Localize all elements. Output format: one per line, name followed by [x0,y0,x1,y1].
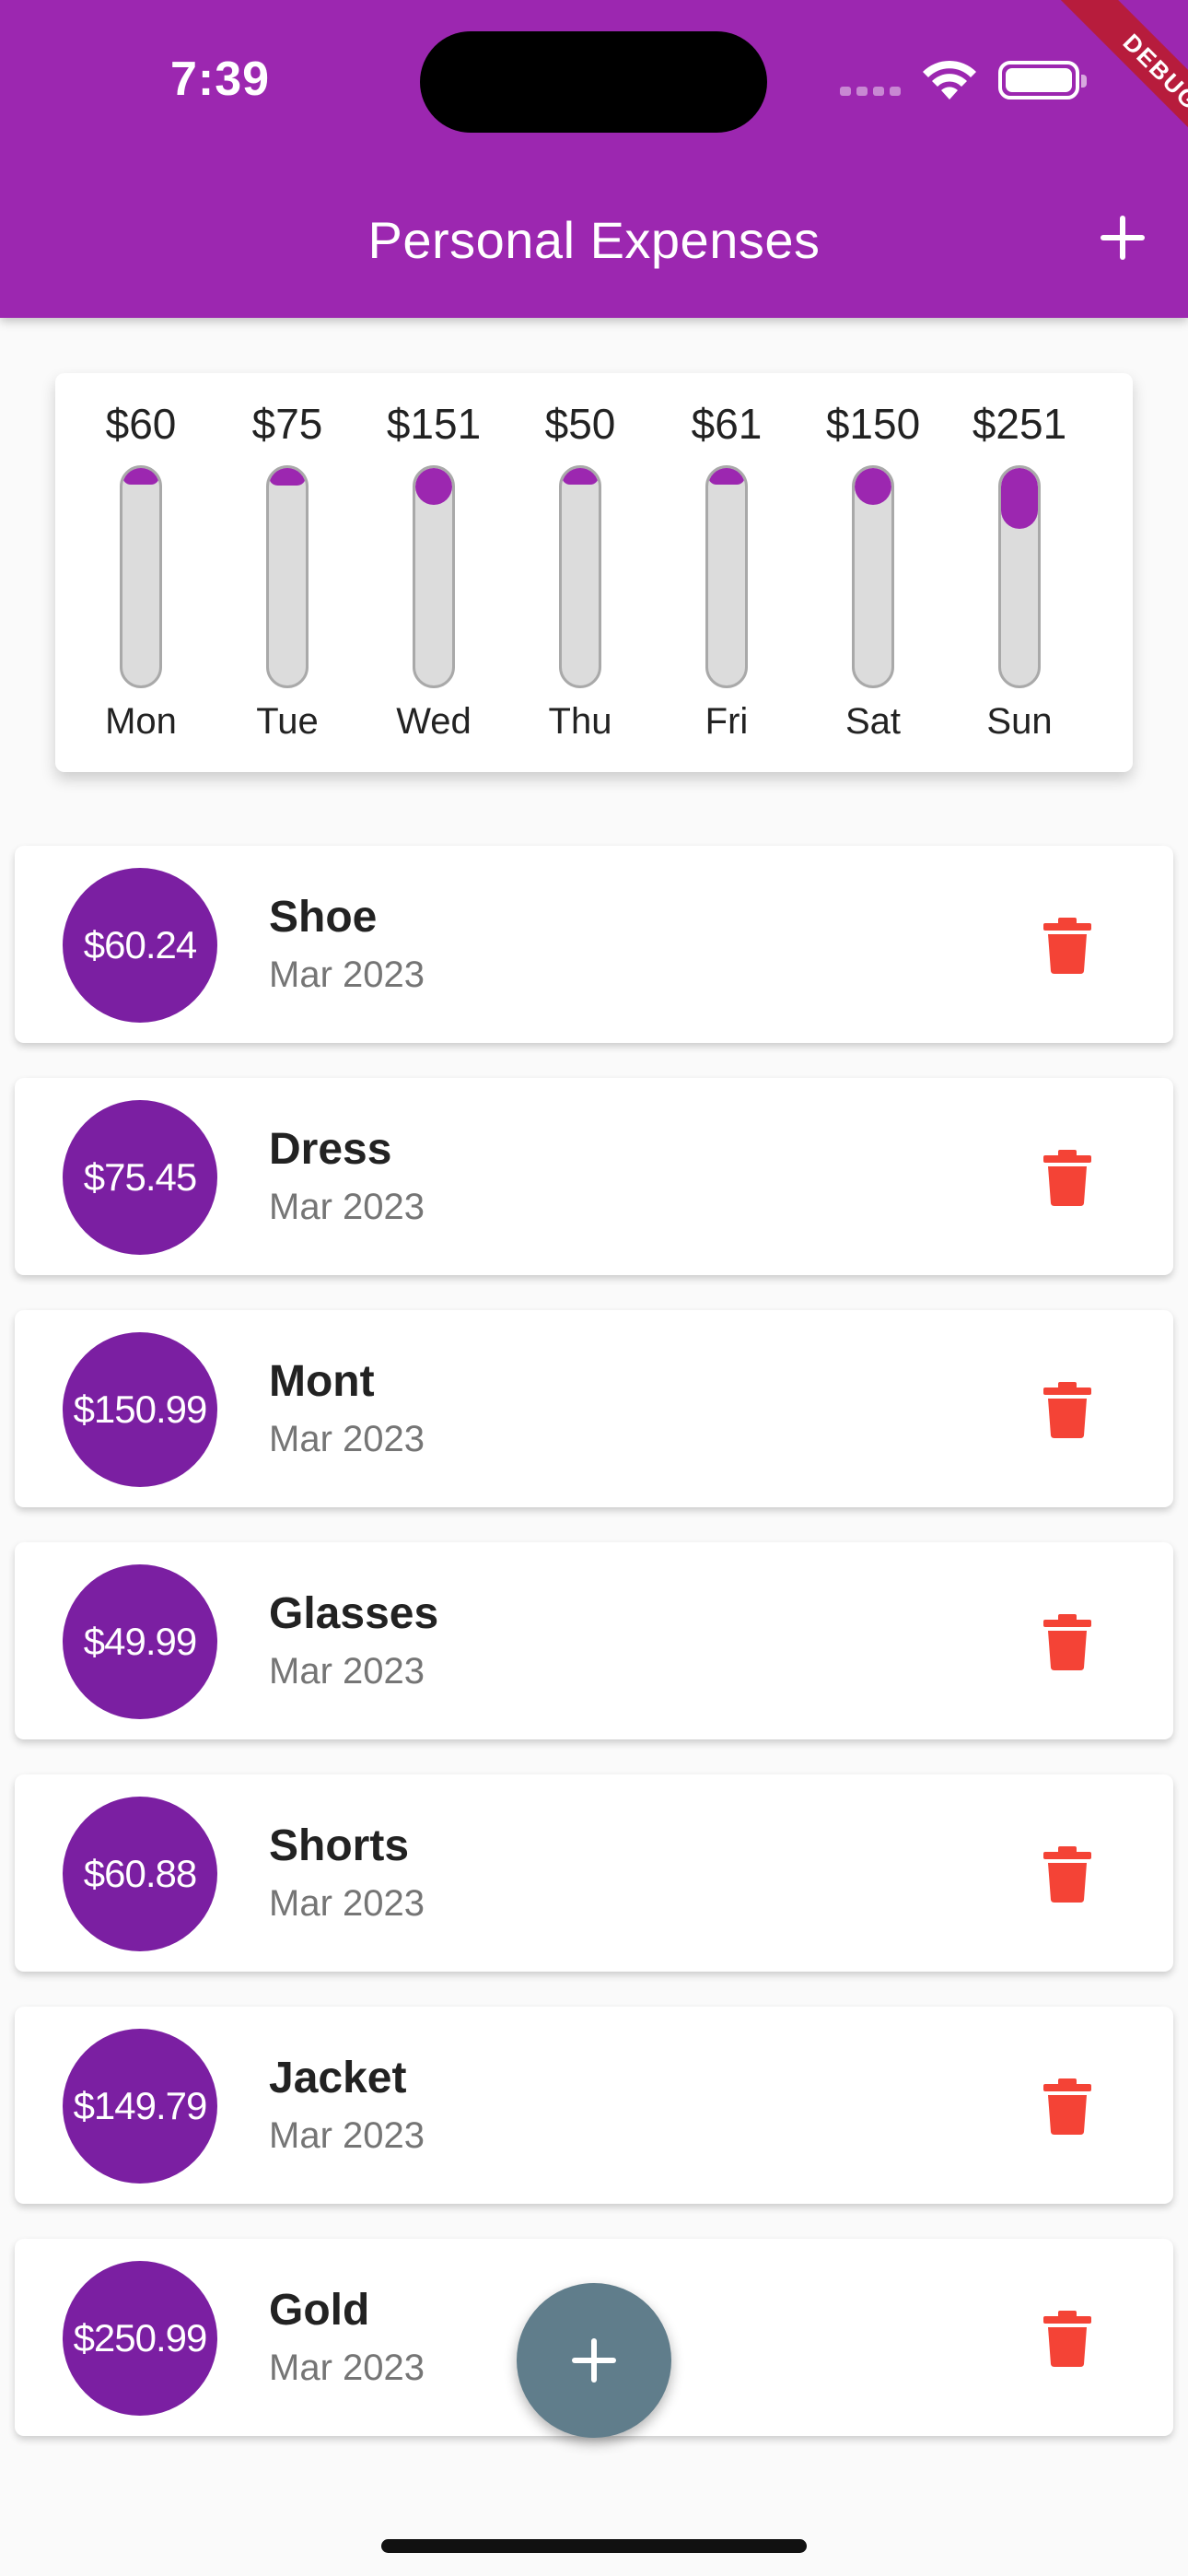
bar-day-label: Sat [844,701,902,742]
trash-icon [1042,1382,1093,1443]
bar-track [266,465,309,688]
bar-track [998,465,1041,688]
bar-day-label: Sun [986,701,1053,742]
delete-transaction-button[interactable] [1042,1148,1093,1207]
bar-track [120,465,162,688]
trash-icon [1042,918,1093,978]
bar-day-label: Wed [396,701,472,742]
bar-amount-label: $150 [825,400,921,448]
bar-amount-label: $251 [972,400,1067,448]
amount-avatar: $149.79 [63,2029,217,2184]
amount-avatar: $60.24 [63,868,217,1023]
chart-bar-tue: $75 Tue [223,373,352,772]
chart-bar-mon: $60 Mon [76,373,205,772]
bar-fill [855,468,891,506]
transaction-card: $149.79 Jacket Mar 2023 [15,2007,1173,2204]
transaction-date: Mar 2023 [269,1651,425,1692]
transaction-title: Gold [269,2286,370,2335]
add-expense-button[interactable] [1094,210,1149,265]
bar-day-label: Thu [548,701,612,742]
transaction-date: Mar 2023 [269,1883,425,1924]
delete-transaction-button[interactable] [1042,2077,1093,2136]
delete-transaction-button[interactable] [1042,2309,1093,2368]
bar-amount-label: $50 [544,400,616,448]
bar-fill [1001,468,1038,530]
delete-transaction-button[interactable] [1042,1844,1093,1903]
add-expense-fab[interactable] [517,2283,671,2438]
transaction-card: $150.99 Mont Mar 2023 [15,1310,1173,1507]
transaction-title: Dress [269,1125,392,1174]
transaction-title: Mont [269,1357,375,1406]
transaction-date: Mar 2023 [269,2348,425,2388]
plus-icon [572,2338,616,2383]
bar-track [559,465,601,688]
transaction-title: Glasses [269,1589,439,1638]
chart-bar-fri: $61 Fri [662,373,791,772]
bar-day-label: Fri [705,701,749,742]
bar-fill [269,468,306,486]
transaction-title: Jacket [269,2054,407,2102]
chart-bar-wed: $151 Wed [369,373,498,772]
trash-icon [1042,1614,1093,1675]
status-time: 7:39 [170,53,271,106]
chart-bar-sun: $251 Sun [955,373,1084,772]
chart-bar-thu: $50 Thu [516,373,645,772]
battery-icon [998,61,1087,100]
transaction-card: $60.88 Shorts Mar 2023 [15,1774,1173,1972]
trash-icon [1042,1150,1093,1211]
app-bar: 7:39 Personal Expenses [0,0,1188,318]
wifi-icon [923,60,976,100]
chart-bar-sat: $150 Sat [809,373,938,772]
bar-track [413,465,455,688]
transaction-title: Shoe [269,893,378,942]
home-indicator [381,2539,807,2553]
transaction-card: $49.99 Glasses Mar 2023 [15,1542,1173,1739]
bar-fill [562,468,599,485]
bar-fill [122,468,159,485]
weekly-chart-card: $60 Mon $75 Tue $151 Wed $50 Thu $61 Fri $150 Sat $2… [55,373,1133,772]
amount-avatar: $250.99 [63,2261,217,2416]
delete-transaction-button[interactable] [1042,916,1093,975]
transaction-date: Mar 2023 [269,1187,425,1227]
status-icons [840,59,1089,101]
dynamic-island [420,31,767,133]
trash-icon [1042,2078,1093,2139]
bar-amount-label: $75 [251,400,323,448]
bar-amount-label: $60 [105,400,177,448]
amount-avatar: $60.88 [63,1797,217,1951]
delete-transaction-button[interactable] [1042,1612,1093,1671]
transaction-date: Mar 2023 [269,1419,425,1459]
trash-icon [1042,2311,1093,2371]
transaction-date: Mar 2023 [269,2115,425,2156]
transaction-date: Mar 2023 [269,954,425,995]
transaction-card: $60.24 Shoe Mar 2023 [15,846,1173,1043]
bar-track [852,465,894,688]
bar-day-label: Mon [105,701,177,742]
amount-avatar: $150.99 [63,1332,217,1487]
bar-amount-label: $61 [691,400,763,448]
bar-fill [708,468,745,485]
transaction-card: $75.45 Dress Mar 2023 [15,1078,1173,1275]
bar-fill [415,468,452,506]
transaction-title: Shorts [269,1821,410,1870]
app-title: Personal Expenses [367,211,821,269]
trash-icon [1042,1846,1093,1907]
bar-track [705,465,748,688]
bar-amount-label: $151 [386,400,482,448]
amount-avatar: $49.99 [63,1564,217,1719]
bar-day-label: Tue [256,701,319,742]
cellular-signal-icon [840,87,901,96]
delete-transaction-button[interactable] [1042,1380,1093,1439]
amount-avatar: $75.45 [63,1100,217,1255]
